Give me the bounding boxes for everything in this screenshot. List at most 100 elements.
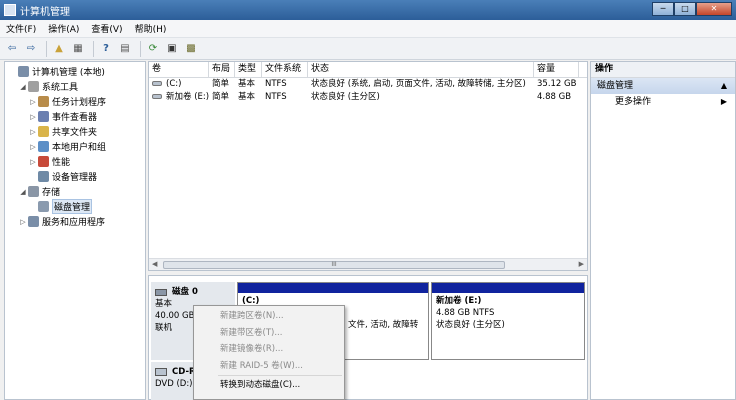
help-icon[interactable]: ? bbox=[98, 41, 114, 57]
refresh-icon[interactable]: ⟳ bbox=[145, 41, 161, 57]
tree-node-icon bbox=[38, 156, 49, 167]
tree-item[interactable]: ▷ 任务计划程序 bbox=[5, 94, 145, 109]
table-cell: 状态良好 (主分区) bbox=[308, 91, 534, 104]
tree-item-label: 设备管理器 bbox=[52, 173, 98, 183]
tree-node-icon bbox=[38, 111, 49, 122]
tree-item-label: 事件查看器 bbox=[52, 113, 98, 123]
table-cell: 4.88 GB bbox=[534, 91, 579, 104]
menu-separator bbox=[218, 375, 342, 376]
tree-item-label: 系统工具 bbox=[42, 83, 79, 93]
tree-item[interactable]: ▷ 事件查看器 bbox=[5, 109, 145, 124]
table-cell: (C:) bbox=[149, 78, 209, 91]
tree-item[interactable]: ▷ 共享文件夹 bbox=[5, 124, 145, 139]
cell-text: (C:) bbox=[166, 79, 182, 89]
window-controls: ─ □ ✕ bbox=[652, 2, 732, 16]
volume-icon bbox=[152, 94, 162, 99]
cdrom-name: CD-R bbox=[172, 367, 196, 377]
expand-icon[interactable]: ▷ bbox=[29, 158, 37, 166]
disk-props-icon[interactable]: ▩ bbox=[183, 41, 199, 57]
tree-item[interactable]: 设备管理器 bbox=[5, 169, 145, 184]
actions-pane: 操作 磁盘管理 ▲ 更多操作 ▶ bbox=[590, 61, 736, 400]
tree-node-icon bbox=[18, 66, 29, 77]
tree-node-icon bbox=[38, 171, 49, 182]
partition-e[interactable]: 新加卷 (E:) 4.88 GB NTFS 状态良好 (主分区) bbox=[431, 282, 585, 360]
minimize-button[interactable]: ─ bbox=[652, 2, 674, 16]
context-menu-item[interactable]: 转换到动态磁盘(C)... bbox=[194, 377, 344, 394]
partition-bar bbox=[432, 283, 584, 293]
tree-item-label: 计算机管理 (本地) bbox=[32, 68, 105, 78]
maximize-button[interactable]: □ bbox=[674, 2, 696, 16]
cell-text: 状态良好 (主分区) bbox=[311, 92, 380, 102]
col-layout[interactable]: 布局 bbox=[209, 62, 235, 77]
tree-item-label: 磁盘管理 bbox=[52, 199, 93, 214]
cell-text: 35.12 GB bbox=[537, 79, 577, 89]
computer-management-icon bbox=[4, 4, 16, 16]
table-cell: NTFS bbox=[262, 91, 308, 104]
properties-icon[interactable]: ▤ bbox=[117, 41, 133, 57]
submenu-arrow-icon: ▶ bbox=[720, 97, 727, 106]
col-volume[interactable]: 卷 bbox=[149, 62, 209, 77]
volume-icon bbox=[152, 81, 162, 86]
expand-icon[interactable]: ▷ bbox=[29, 113, 37, 121]
scroll-thumb[interactable]: III bbox=[163, 261, 505, 269]
cell-text: NTFS bbox=[265, 92, 287, 102]
context-menu-item: 新建跨区卷(N)... bbox=[220, 311, 284, 321]
more-actions-label: 更多操作 bbox=[615, 97, 652, 107]
menu-view[interactable]: 查看(V) bbox=[91, 22, 122, 35]
table-cell: 新加卷 (E:) bbox=[149, 91, 209, 104]
expand-icon[interactable]: ◢ bbox=[19, 83, 27, 91]
back-arrow-icon[interactable]: ⇦ bbox=[4, 41, 20, 57]
cell-text: 基本 bbox=[238, 92, 256, 102]
tree-item[interactable]: 计算机管理 (本地) bbox=[5, 64, 145, 79]
table-cell: 状态良好 (系统, 启动, 页面文件, 活动, 故障转储, 主分区) bbox=[308, 78, 534, 91]
volume-list-header: 卷 布局 类型 文件系统 状态 容量 bbox=[149, 62, 587, 78]
export-list-icon[interactable]: ▣ bbox=[164, 41, 180, 57]
menu-action[interactable]: 操作(A) bbox=[48, 22, 79, 35]
partition-e-size: 4.88 GB NTFS bbox=[436, 308, 495, 318]
tree-item[interactable]: ▷ 性能 bbox=[5, 154, 145, 169]
close-button[interactable]: ✕ bbox=[696, 2, 732, 16]
expand-icon[interactable]: ◢ bbox=[19, 188, 27, 196]
forward-arrow-icon[interactable]: ⇨ bbox=[23, 41, 39, 57]
tree-item[interactable]: ◢ 系统工具 bbox=[5, 79, 145, 94]
table-cell: 基本 bbox=[235, 91, 262, 104]
up-folder-icon[interactable]: ▲ bbox=[51, 41, 67, 57]
cell-text: 简单 bbox=[212, 92, 230, 102]
table-row[interactable]: (C:) 简单 基本 NTFS 状态良好 (系统, 启动, 页面文件, 活动, 故障转储… bbox=[149, 78, 587, 91]
col-capacity[interactable]: 容量 bbox=[534, 62, 579, 77]
actions-section-disk-management[interactable]: 磁盘管理 ▲ bbox=[591, 78, 735, 94]
tree-item[interactable]: ▷ 服务和应用程序 bbox=[5, 214, 145, 229]
col-status[interactable]: 状态 bbox=[308, 62, 534, 77]
col-filesystem[interactable]: 文件系统 bbox=[262, 62, 308, 77]
toolbar-separator bbox=[93, 40, 94, 57]
expand-icon[interactable]: ▷ bbox=[19, 218, 27, 226]
expand-icon[interactable]: ▷ bbox=[29, 143, 37, 151]
table-row[interactable]: 新加卷 (E:) 简单 基本 NTFS 状态良好 (主分区) 4.88 GB bbox=[149, 91, 587, 104]
col-type[interactable]: 类型 bbox=[235, 62, 262, 77]
cell-text: 新加卷 (E:) bbox=[166, 92, 209, 102]
tree-item[interactable]: ▷ 本地用户和组 bbox=[5, 139, 145, 154]
expand-icon[interactable]: ▷ bbox=[29, 98, 37, 106]
toolbar-separator bbox=[140, 40, 141, 57]
scroll-right-icon[interactable]: ▶ bbox=[579, 260, 584, 268]
horizontal-scrollbar[interactable]: ◀ III ▶ bbox=[149, 258, 587, 270]
collapse-icon[interactable]: ▲ bbox=[721, 78, 727, 94]
menu-file[interactable]: 文件(F) bbox=[6, 22, 36, 35]
table-cell: NTFS bbox=[262, 78, 308, 91]
cell-text: 简单 bbox=[212, 79, 230, 89]
tree-node-icon bbox=[28, 81, 39, 92]
partition-e-name: 新加卷 (E:) bbox=[436, 296, 482, 306]
show-hide-tree-icon[interactable]: ▦ bbox=[70, 41, 86, 57]
tree-item-label: 存储 bbox=[42, 188, 61, 198]
cell-text: NTFS bbox=[265, 79, 287, 89]
tree-item[interactable]: ◢ 存储 bbox=[5, 184, 145, 199]
window-title: 计算机管理 bbox=[20, 6, 70, 18]
scroll-left-icon[interactable]: ◀ bbox=[152, 260, 157, 268]
cell-text: 基本 bbox=[238, 79, 256, 89]
tree-item[interactable]: 磁盘管理 bbox=[5, 199, 145, 214]
partition-e-status: 状态良好 (主分区) bbox=[436, 320, 505, 330]
tree-item-label: 本地用户和组 bbox=[52, 143, 107, 153]
menu-help[interactable]: 帮助(H) bbox=[135, 22, 167, 35]
more-actions[interactable]: 更多操作 ▶ bbox=[591, 94, 735, 110]
expand-icon[interactable]: ▷ bbox=[29, 128, 37, 136]
